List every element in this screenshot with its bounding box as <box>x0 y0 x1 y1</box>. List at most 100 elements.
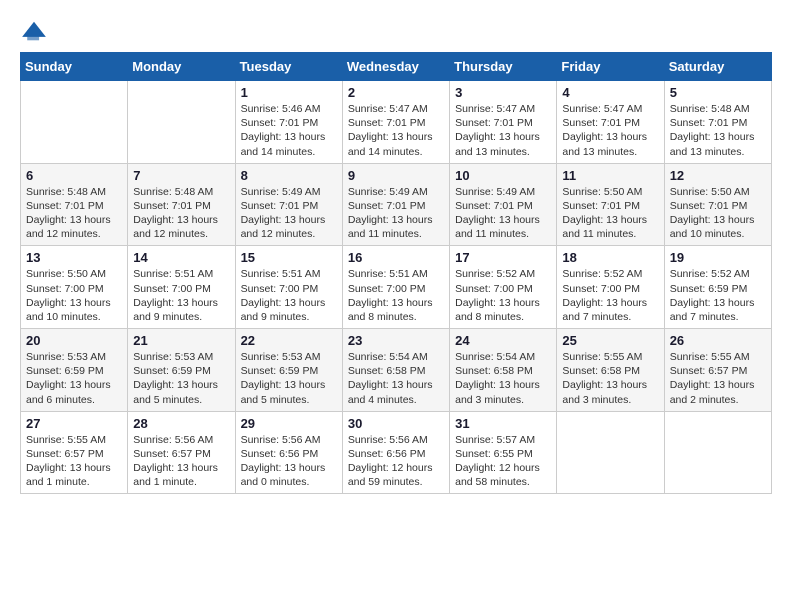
day-number: 18 <box>562 250 658 265</box>
calendar-cell: 8Sunrise: 5:49 AM Sunset: 7:01 PM Daylig… <box>235 163 342 246</box>
day-number: 4 <box>562 85 658 100</box>
calendar-cell: 26 Sunrise: 5:55 AM Sunset: 6:57 PM Dayli… <box>664 329 771 412</box>
cell-content: Sunrise: 5:56 AM Sunset: 6:56 PM Dayligh… <box>348 433 444 490</box>
calendar-cell: 18 Sunrise: 5:52 AM Sunset: 7:00 PM Dayli… <box>557 246 664 329</box>
calendar-week-row: 1 Sunrise: 5:46 AM Sunset: 7:01 PM Daylig… <box>21 81 772 164</box>
day-header-wednesday: Wednesday <box>342 53 449 81</box>
cell-content: Sunrise: 5:53 AM Sunset: 6:59 PM Dayligh… <box>241 350 337 407</box>
calendar-cell: 19 Sunrise: 5:52 AM Sunset: 6:59 PM Dayli… <box>664 246 771 329</box>
cell-content: Sunrise: 5:47 AM Sunset: 7:01 PM Dayligh… <box>348 102 444 159</box>
day-number: 23 <box>348 333 444 348</box>
cell-content: Sunrise: 5:54 AM Sunset: 6:58 PM Dayligh… <box>348 350 444 407</box>
cell-content: Sunrise: 5:46 AM Sunset: 7:01 PM Dayligh… <box>241 102 337 159</box>
calendar-cell: 15Sunrise: 5:51 AM Sunset: 7:00 PM Dayli… <box>235 246 342 329</box>
day-number: 16 <box>348 250 444 265</box>
cell-content: Sunrise: 5:56 AM Sunset: 6:57 PM Dayligh… <box>133 433 229 490</box>
calendar-cell: 14 Sunrise: 5:51 AM Sunset: 7:00 PM Dayli… <box>128 246 235 329</box>
day-number: 24 <box>455 333 551 348</box>
calendar-cell: 30 Sunrise: 5:56 AM Sunset: 6:56 PM Dayli… <box>342 411 449 494</box>
day-number: 29 <box>241 416 337 431</box>
calendar-cell <box>21 81 128 164</box>
calendar-cell <box>664 411 771 494</box>
calendar-cell: 5 Sunrise: 5:48 AM Sunset: 7:01 PM Daylig… <box>664 81 771 164</box>
cell-content: Sunrise: 5:51 AM Sunset: 7:00 PM Dayligh… <box>133 267 229 324</box>
day-number: 30 <box>348 416 444 431</box>
day-header-thursday: Thursday <box>450 53 557 81</box>
cell-content: Sunrise: 5:50 AM Sunset: 7:01 PM Dayligh… <box>562 185 658 242</box>
day-number: 14 <box>133 250 229 265</box>
day-number: 22 <box>241 333 337 348</box>
calendar-cell: 29 Sunrise: 5:56 AM Sunset: 6:56 PM Dayli… <box>235 411 342 494</box>
day-number: 26 <box>670 333 766 348</box>
day-number: 11 <box>562 168 658 183</box>
calendar-week-row: 27 Sunrise: 5:55 AM Sunset: 6:57 PM Dayli… <box>21 411 772 494</box>
calendar-week-row: 6 Sunrise: 5:48 AM Sunset: 7:01 PM Daylig… <box>21 163 772 246</box>
calendar-cell: 24 Sunrise: 5:54 AM Sunset: 6:58 PM Dayli… <box>450 329 557 412</box>
calendar-cell: 4 Sunrise: 5:47 AM Sunset: 7:01 PM Daylig… <box>557 81 664 164</box>
logo-icon <box>20 20 48 42</box>
cell-content: Sunrise: 5:48 AM Sunset: 7:01 PM Dayligh… <box>133 185 229 242</box>
calendar-cell: 6 Sunrise: 5:48 AM Sunset: 7:01 PM Daylig… <box>21 163 128 246</box>
day-header-monday: Monday <box>128 53 235 81</box>
day-number: 3 <box>455 85 551 100</box>
day-number: 13 <box>26 250 122 265</box>
calendar-header-row: SundayMondayTuesdayWednesdayThursdayFrid… <box>21 53 772 81</box>
calendar-cell: 2Sunrise: 5:47 AM Sunset: 7:01 PM Daylig… <box>342 81 449 164</box>
calendar-cell: 16 Sunrise: 5:51 AM Sunset: 7:00 PM Dayli… <box>342 246 449 329</box>
day-number: 27 <box>26 416 122 431</box>
cell-content: Sunrise: 5:49 AM Sunset: 7:01 PM Dayligh… <box>241 185 337 242</box>
day-number: 7 <box>133 168 229 183</box>
day-header-saturday: Saturday <box>664 53 771 81</box>
day-number: 31 <box>455 416 551 431</box>
cell-content: Sunrise: 5:55 AM Sunset: 6:57 PM Dayligh… <box>670 350 766 407</box>
day-number: 21 <box>133 333 229 348</box>
day-number: 12 <box>670 168 766 183</box>
cell-content: Sunrise: 5:48 AM Sunset: 7:01 PM Dayligh… <box>670 102 766 159</box>
calendar-cell <box>128 81 235 164</box>
page-header <box>20 20 772 42</box>
cell-content: Sunrise: 5:52 AM Sunset: 6:59 PM Dayligh… <box>670 267 766 324</box>
cell-content: Sunrise: 5:57 AM Sunset: 6:55 PM Dayligh… <box>455 433 551 490</box>
cell-content: Sunrise: 5:51 AM Sunset: 7:00 PM Dayligh… <box>348 267 444 324</box>
day-header-tuesday: Tuesday <box>235 53 342 81</box>
day-number: 19 <box>670 250 766 265</box>
calendar-cell: 13 Sunrise: 5:50 AM Sunset: 7:00 PM Dayli… <box>21 246 128 329</box>
calendar-cell: 1 Sunrise: 5:46 AM Sunset: 7:01 PM Daylig… <box>235 81 342 164</box>
day-number: 5 <box>670 85 766 100</box>
day-number: 6 <box>26 168 122 183</box>
logo <box>20 20 52 42</box>
cell-content: Sunrise: 5:50 AM Sunset: 7:01 PM Dayligh… <box>670 185 766 242</box>
day-number: 10 <box>455 168 551 183</box>
cell-content: Sunrise: 5:48 AM Sunset: 7:01 PM Dayligh… <box>26 185 122 242</box>
calendar-cell: 27 Sunrise: 5:55 AM Sunset: 6:57 PM Dayli… <box>21 411 128 494</box>
calendar-cell: 22 Sunrise: 5:53 AM Sunset: 6:59 PM Dayli… <box>235 329 342 412</box>
day-number: 28 <box>133 416 229 431</box>
calendar-cell: 3 Sunrise: 5:47 AM Sunset: 7:01 PM Daylig… <box>450 81 557 164</box>
cell-content: Sunrise: 5:55 AM Sunset: 6:57 PM Dayligh… <box>26 433 122 490</box>
day-number: 25 <box>562 333 658 348</box>
cell-content: Sunrise: 5:50 AM Sunset: 7:00 PM Dayligh… <box>26 267 122 324</box>
calendar-cell: 17Sunrise: 5:52 AM Sunset: 7:00 PM Dayli… <box>450 246 557 329</box>
cell-content: Sunrise: 5:53 AM Sunset: 6:59 PM Dayligh… <box>133 350 229 407</box>
calendar-cell: 20Sunrise: 5:53 AM Sunset: 6:59 PM Dayli… <box>21 329 128 412</box>
calendar-cell: 7 Sunrise: 5:48 AM Sunset: 7:01 PM Daylig… <box>128 163 235 246</box>
cell-content: Sunrise: 5:52 AM Sunset: 7:00 PM Dayligh… <box>455 267 551 324</box>
calendar: SundayMondayTuesdayWednesdayThursdayFrid… <box>20 52 772 494</box>
day-header-sunday: Sunday <box>21 53 128 81</box>
calendar-cell: 25Sunrise: 5:55 AM Sunset: 6:58 PM Dayli… <box>557 329 664 412</box>
day-number: 15 <box>241 250 337 265</box>
day-number: 1 <box>241 85 337 100</box>
cell-content: Sunrise: 5:47 AM Sunset: 7:01 PM Dayligh… <box>562 102 658 159</box>
calendar-cell: 21 Sunrise: 5:53 AM Sunset: 6:59 PM Dayli… <box>128 329 235 412</box>
cell-content: Sunrise: 5:53 AM Sunset: 6:59 PM Dayligh… <box>26 350 122 407</box>
day-header-friday: Friday <box>557 53 664 81</box>
calendar-cell: 23 Sunrise: 5:54 AM Sunset: 6:58 PM Dayli… <box>342 329 449 412</box>
calendar-week-row: 13 Sunrise: 5:50 AM Sunset: 7:00 PM Dayli… <box>21 246 772 329</box>
cell-content: Sunrise: 5:47 AM Sunset: 7:01 PM Dayligh… <box>455 102 551 159</box>
cell-content: Sunrise: 5:52 AM Sunset: 7:00 PM Dayligh… <box>562 267 658 324</box>
cell-content: Sunrise: 5:49 AM Sunset: 7:01 PM Dayligh… <box>348 185 444 242</box>
cell-content: Sunrise: 5:56 AM Sunset: 6:56 PM Dayligh… <box>241 433 337 490</box>
cell-content: Sunrise: 5:54 AM Sunset: 6:58 PM Dayligh… <box>455 350 551 407</box>
calendar-cell: 11 Sunrise: 5:50 AM Sunset: 7:01 PM Dayli… <box>557 163 664 246</box>
calendar-cell: 10Sunrise: 5:49 AM Sunset: 7:01 PM Dayli… <box>450 163 557 246</box>
